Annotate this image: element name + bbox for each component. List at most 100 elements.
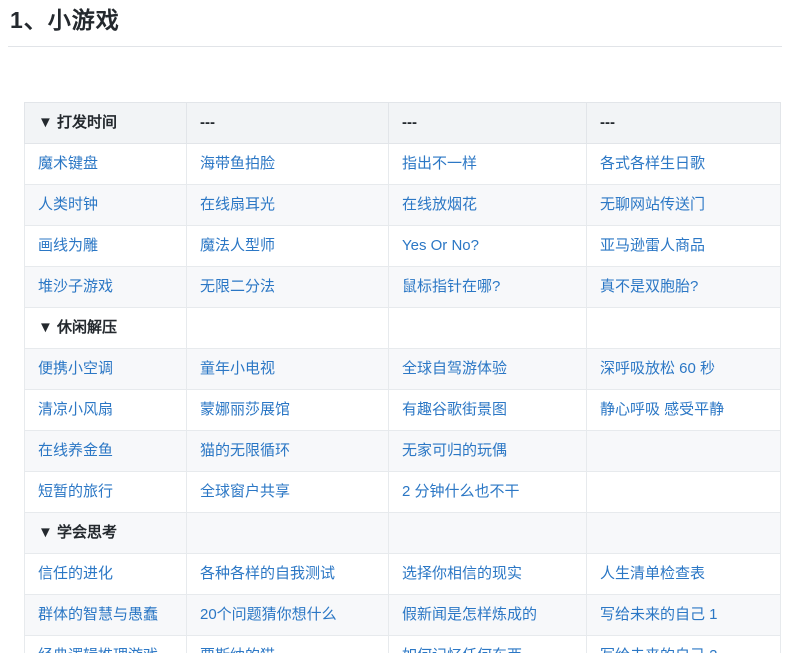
table-cell: 20个问题猜你想什么: [187, 594, 389, 635]
table-header-row: ▼ 打发时间---------: [25, 102, 781, 143]
game-link[interactable]: Yes Or No?: [402, 237, 479, 254]
table-cell: 无聊网站传送门: [587, 184, 781, 225]
table-cell: 在线放烟花: [389, 184, 587, 225]
game-link[interactable]: 信任的进化: [38, 565, 113, 582]
table-row: 群体的智慧与愚蠢 20个问题猜你想什么 假新闻是怎样炼成的 写给未来的自己 1: [25, 594, 781, 635]
empty-cell: [187, 512, 389, 553]
game-link[interactable]: 魔术键盘: [38, 155, 98, 172]
table-row: 画线为雕 魔法人型师 Yes Or No? 亚马逊雷人商品: [25, 225, 781, 266]
table-cell: 深呼吸放松 60 秒: [587, 348, 781, 389]
table-cell: 如何记忆任何东西: [389, 635, 587, 653]
game-link[interactable]: 指出不一样: [402, 155, 477, 172]
table-cell: 写给未来的自己 1: [587, 594, 781, 635]
table-cell: 假新闻是怎样炼成的: [389, 594, 587, 635]
header-filler-cell: ---: [187, 102, 389, 143]
table-cell: 有趣谷歌街景图: [389, 389, 587, 430]
table-cell: 群体的智慧与愚蠢: [25, 594, 187, 635]
game-link[interactable]: 魔法人型师: [200, 237, 275, 254]
game-link[interactable]: 便携小空调: [38, 360, 113, 377]
table-cell: 无限二分法: [187, 266, 389, 307]
game-link[interactable]: 无家可归的玩偶: [402, 442, 507, 459]
table-cell: 人类时钟: [25, 184, 187, 225]
game-link[interactable]: 各式各样生日歌: [600, 155, 705, 172]
table-cell: 选择你相信的现实: [389, 553, 587, 594]
table-row: 信任的进化 各种各样的自我测试 选择你相信的现实 人生清单检查表: [25, 553, 781, 594]
game-link[interactable]: 亚马逊雷人商品: [600, 237, 705, 254]
table-cell: 全球自驾游体验: [389, 348, 587, 389]
game-link[interactable]: 画线为雕: [38, 237, 98, 254]
table-row: 堆沙子游戏 无限二分法 鼠标指针在哪? 真不是双胞胎?: [25, 266, 781, 307]
game-link[interactable]: 在线放烟花: [402, 196, 477, 213]
table-cell: Yes Or No?: [389, 225, 587, 266]
table-cell: 魔法人型师: [187, 225, 389, 266]
table-cell: 真不是双胞胎?: [587, 266, 781, 307]
table-cell: 短暂的旅行: [25, 471, 187, 512]
table-cell: 鼠标指针在哪?: [389, 266, 587, 307]
table-row: 短暂的旅行 全球窗户共享 2 分钟什么也不干: [25, 471, 781, 512]
game-link[interactable]: 选择你相信的现实: [402, 565, 522, 582]
table-cell: 无家可归的玩偶: [389, 430, 587, 471]
table-cell: 蒙娜丽莎展馆: [187, 389, 389, 430]
game-link[interactable]: 无聊网站传送门: [600, 196, 705, 213]
game-link[interactable]: 在线扇耳光: [200, 196, 275, 213]
game-link[interactable]: 写给未来的自己 2: [600, 647, 718, 653]
game-link[interactable]: 各种各样的自我测试: [200, 565, 335, 582]
section-header-cell: ▼ 打发时间: [25, 102, 187, 143]
games-table-body: 魔术键盘 海带鱼拍脸 指出不一样 各式各样生日歌人类时钟 在线扇耳光 在线放烟花 无聊网站传…: [25, 143, 781, 653]
header-filler-cell: ---: [587, 102, 781, 143]
table-row: 魔术键盘 海带鱼拍脸 指出不一样 各式各样生日歌: [25, 143, 781, 184]
table-cell: 贾斯纳的猫: [187, 635, 389, 653]
game-link[interactable]: 短暂的旅行: [38, 483, 113, 500]
table-cell: 在线养金鱼: [25, 430, 187, 471]
game-link[interactable]: 人类时钟: [38, 196, 98, 213]
game-link[interactable]: 海带鱼拍脸: [200, 155, 275, 172]
table-cell: 猫的无限循环: [187, 430, 389, 471]
table-cell: 信任的进化: [25, 553, 187, 594]
empty-cell: [587, 430, 781, 471]
game-link[interactable]: 清凉小风扇: [38, 401, 113, 418]
table-cell: 全球窗户共享: [187, 471, 389, 512]
empty-cell: [389, 512, 587, 553]
game-link[interactable]: 如何记忆任何东西: [402, 647, 522, 653]
game-link[interactable]: 猫的无限循环: [200, 442, 290, 459]
game-link[interactable]: 静心呼吸 感受平静: [600, 401, 724, 418]
game-link[interactable]: 假新闻是怎样炼成的: [402, 606, 537, 623]
game-link[interactable]: 无限二分法: [200, 278, 275, 295]
game-link[interactable]: 经典逻辑推理游戏: [38, 647, 158, 653]
table-cell: 便携小空调: [25, 348, 187, 389]
table-cell: 堆沙子游戏: [25, 266, 187, 307]
table-cell: 亚马逊雷人商品: [587, 225, 781, 266]
empty-cell: [187, 307, 389, 348]
table-cell: 各种各样的自我测试: [187, 553, 389, 594]
game-link[interactable]: 20个问题猜你想什么: [200, 606, 337, 623]
games-table: ▼ 打发时间--------- 魔术键盘海带鱼拍脸指出不一样各式各样生日歌人类时…: [24, 102, 781, 653]
table-row: 清凉小风扇 蒙娜丽莎展馆 有趣谷歌街景图 静心呼吸 感受平静: [25, 389, 781, 430]
game-link[interactable]: 群体的智慧与愚蠢: [38, 606, 158, 623]
table-cell: 清凉小风扇: [25, 389, 187, 430]
table-cell: 童年小电视: [187, 348, 389, 389]
game-link[interactable]: 人生清单检查表: [600, 565, 705, 582]
game-link[interactable]: 有趣谷歌街景图: [402, 401, 507, 418]
game-link[interactable]: 深呼吸放松 60 秒: [600, 360, 715, 377]
table-cell: 画线为雕: [25, 225, 187, 266]
table-row: 经典逻辑推理游戏 贾斯纳的猫 如何记忆任何东西 写给未来的自己 2: [25, 635, 781, 653]
game-link[interactable]: 在线养金鱼: [38, 442, 113, 459]
game-link[interactable]: 写给未来的自己 1: [600, 606, 718, 623]
game-link[interactable]: 真不是双胞胎?: [600, 278, 698, 295]
game-link[interactable]: 堆沙子游戏: [38, 278, 113, 295]
table-cell: 各式各样生日歌: [587, 143, 781, 184]
section-row: ▼ 休闲解压: [25, 307, 781, 348]
table-row: 便携小空调 童年小电视 全球自驾游体验 深呼吸放松 60 秒: [25, 348, 781, 389]
game-link[interactable]: 2 分钟什么也不干: [402, 483, 520, 500]
table-cell: 静心呼吸 感受平静: [587, 389, 781, 430]
section-row: ▼ 学会思考: [25, 512, 781, 553]
game-link[interactable]: 蒙娜丽莎展馆: [200, 401, 290, 418]
empty-cell: [587, 471, 781, 512]
table-cell: 魔术键盘: [25, 143, 187, 184]
game-link[interactable]: 童年小电视: [200, 360, 275, 377]
game-link[interactable]: 鼠标指针在哪?: [402, 278, 500, 295]
game-link[interactable]: 全球自驾游体验: [402, 360, 507, 377]
game-link[interactable]: 贾斯纳的猫: [200, 647, 275, 653]
empty-cell: [587, 512, 781, 553]
game-link[interactable]: 全球窗户共享: [200, 483, 290, 500]
